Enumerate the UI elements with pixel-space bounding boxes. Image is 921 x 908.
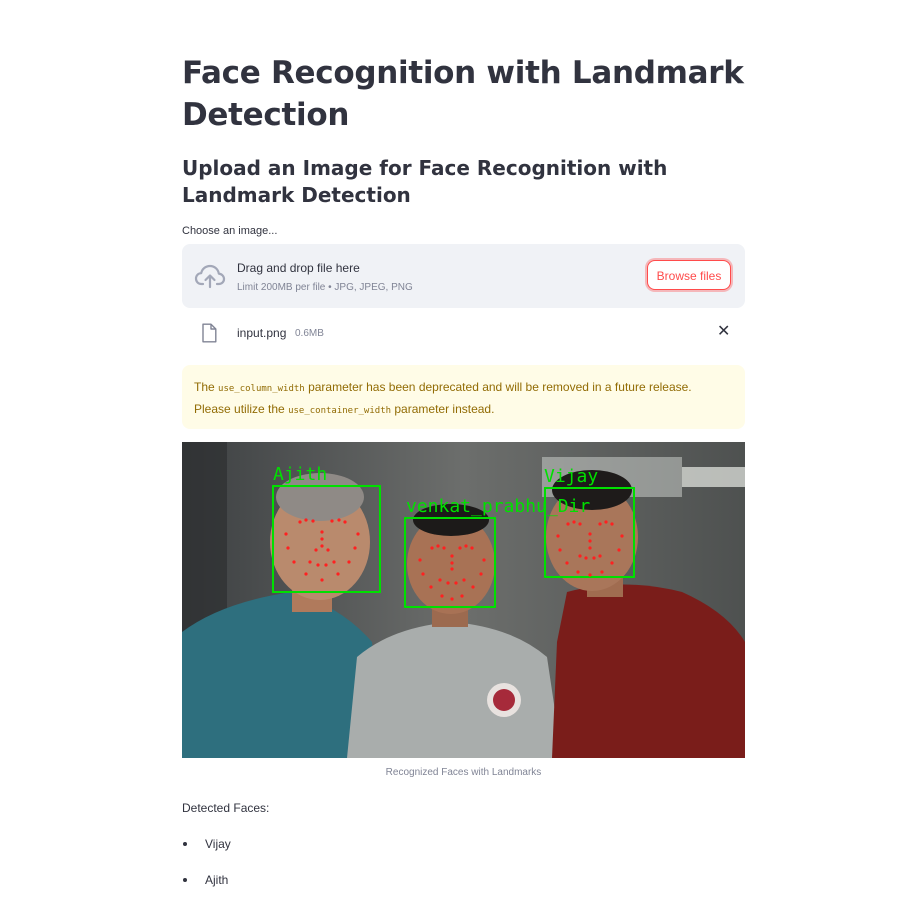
face-label-vijay: Vijay [544, 466, 598, 487]
list-item: Vijay [182, 836, 231, 872]
page-title: Face Recognition with Landmark Detection [182, 55, 744, 133]
uploaded-file-row: input.png 0.6MB ✕ [182, 318, 745, 348]
file-dropzone[interactable]: Drag and drop file here Limit 200MB per … [182, 244, 745, 308]
face-label-ajith: Ajith [273, 464, 327, 485]
detected-faces-label: Detected Faces: [182, 801, 270, 815]
warning-text-suffix: parameter instead. [394, 402, 495, 416]
deprecation-warning: The use_column_width parameter has been … [182, 365, 745, 429]
image-caption: Recognized Faces with Landmarks [385, 767, 542, 778]
uploader-label: Choose an image... [182, 225, 278, 237]
detected-faces-list: Vijay Ajith [182, 836, 231, 908]
close-icon[interactable]: ✕ [717, 324, 731, 340]
uploaded-file-size: 0.6MB [295, 328, 324, 339]
dropzone-instructions: Drag and drop file here [237, 261, 360, 275]
cloud-upload-icon [194, 264, 226, 289]
warning-code-container-width: use_container_width [288, 406, 392, 416]
face-label-venkat: venkat_prabhu_Dir [406, 496, 590, 517]
browse-files-button[interactable]: Browse files [647, 260, 731, 290]
dropzone-limit-text: Limit 200MB per file • JPG, JPEG, PNG [237, 282, 413, 293]
file-icon [202, 323, 217, 343]
warning-code-column-width: use_column_width [218, 384, 305, 394]
list-item: Ajith [182, 872, 231, 908]
uploaded-file-name: input.png [237, 326, 287, 340]
recognized-faces-image: Ajith venkat_prabhu_Dir Vijay [182, 442, 745, 758]
page-subheader: Upload an Image for Face Recognition wit… [182, 156, 668, 207]
warning-text-prefix: The [194, 380, 215, 394]
